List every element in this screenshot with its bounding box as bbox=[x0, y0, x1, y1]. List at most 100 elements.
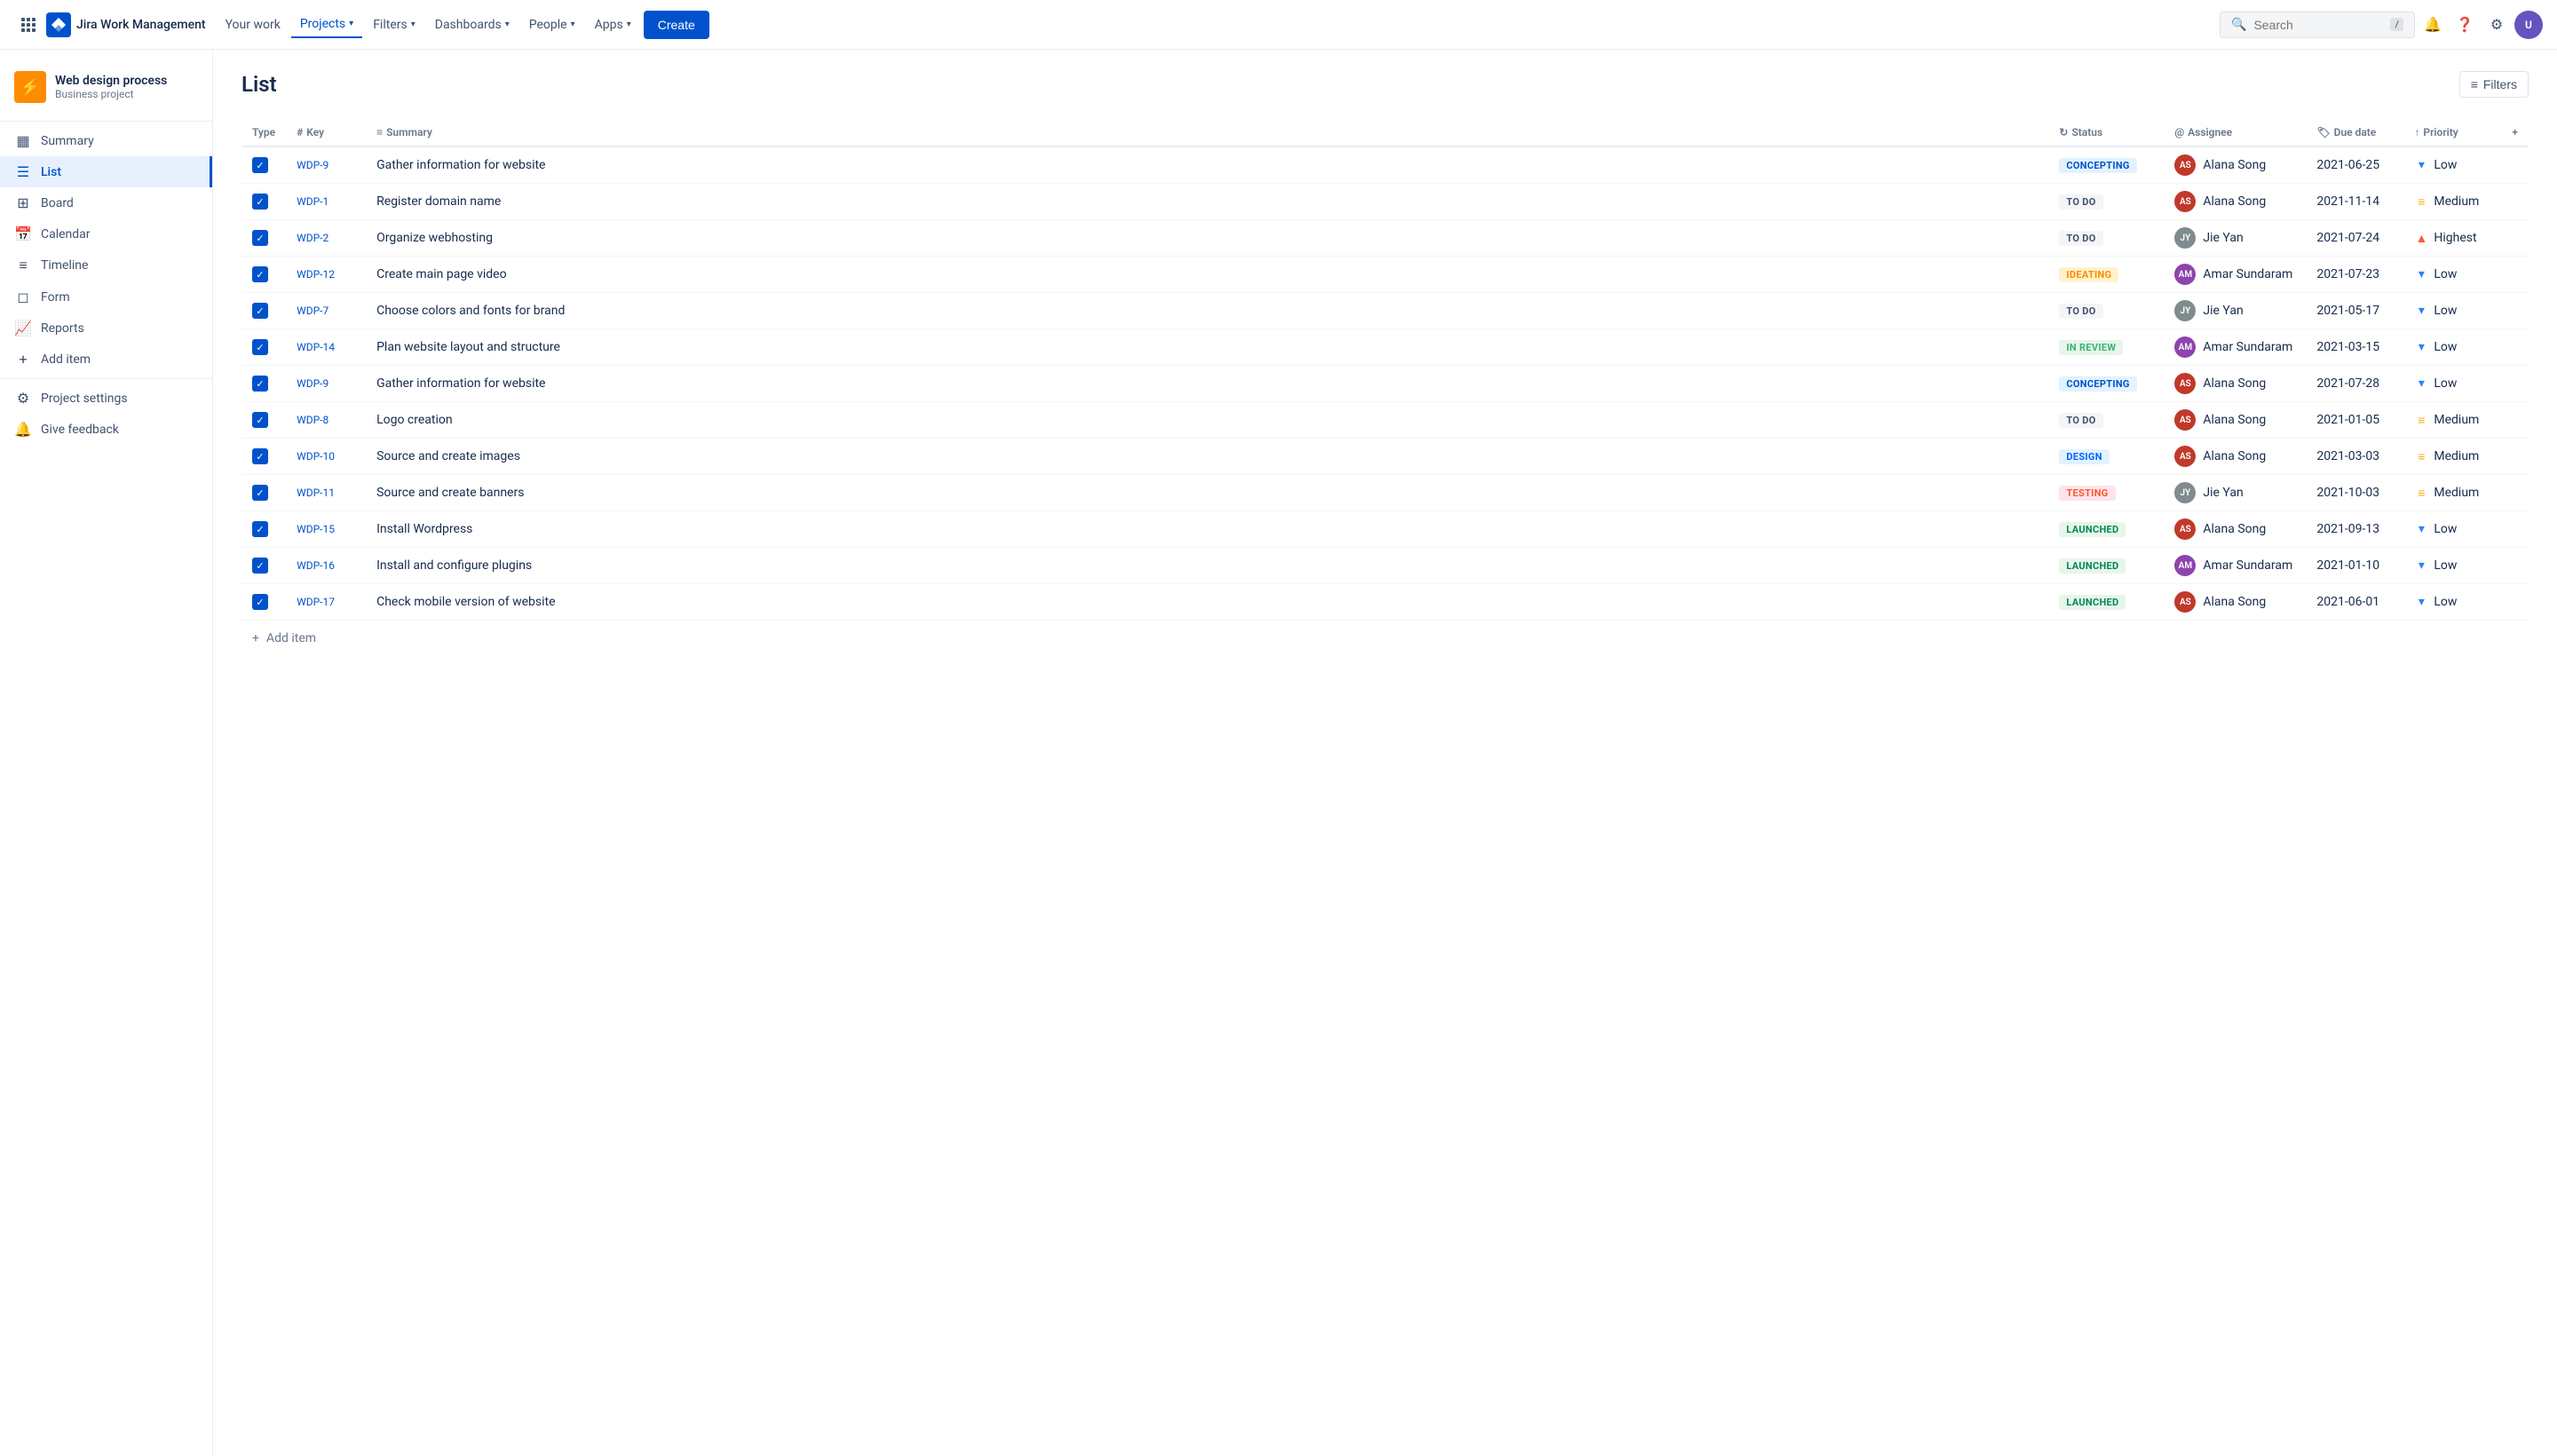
cell-status: TO DO bbox=[2048, 402, 2164, 439]
cell-key: WDP-15 bbox=[286, 511, 366, 548]
key-link[interactable]: WDP-9 bbox=[297, 377, 329, 390]
add-column-icon: + bbox=[2512, 126, 2518, 138]
avatar: AM bbox=[2174, 264, 2196, 285]
row-checkbox[interactable]: ✓ bbox=[252, 594, 268, 610]
status-badge: CONCEPTING bbox=[2059, 376, 2136, 392]
row-checkbox[interactable]: ✓ bbox=[252, 376, 268, 392]
key-link[interactable]: WDP-12 bbox=[297, 268, 335, 281]
row-checkbox[interactable]: ✓ bbox=[252, 485, 268, 501]
cell-key: WDP-9 bbox=[286, 366, 366, 402]
sidebar-item-list[interactable]: ☰ List bbox=[0, 156, 212, 187]
key-link[interactable]: WDP-14 bbox=[297, 341, 335, 353]
cell-summary: Gather information for website bbox=[366, 366, 2048, 402]
row-checkbox[interactable]: ✓ bbox=[252, 448, 268, 464]
row-checkbox[interactable]: ✓ bbox=[252, 266, 268, 282]
priority-label: Low bbox=[2434, 376, 2457, 391]
cell-status: TESTING bbox=[2048, 475, 2164, 511]
nav-dashboards[interactable]: Dashboards ▾ bbox=[426, 12, 519, 37]
summary-text: Install and configure plugins bbox=[376, 558, 532, 573]
key-link[interactable]: WDP-8 bbox=[297, 414, 329, 426]
row-checkbox[interactable]: ✓ bbox=[252, 194, 268, 210]
key-link[interactable]: WDP-11 bbox=[297, 487, 335, 499]
settings-icon: ⚙ bbox=[14, 390, 32, 407]
assignee-cell: AM Amar Sundaram bbox=[2174, 555, 2295, 576]
priority-cell: ≡ Medium bbox=[2414, 413, 2490, 428]
notifications-icon[interactable]: 🔔 bbox=[2418, 11, 2447, 39]
cell-key: WDP-7 bbox=[286, 293, 366, 329]
nav-filters[interactable]: Filters ▾ bbox=[364, 12, 424, 37]
timeline-icon: ≡ bbox=[14, 257, 32, 274]
assignee-cell: JY Jie Yan bbox=[2174, 482, 2295, 503]
sidebar-item-project-settings[interactable]: ⚙ Project settings bbox=[0, 383, 212, 414]
row-checkbox[interactable]: ✓ bbox=[252, 339, 268, 355]
assignee-name: Alana Song bbox=[2203, 449, 2266, 463]
cell-priority: ▾ Low bbox=[2403, 257, 2501, 293]
key-link[interactable]: WDP-9 bbox=[297, 159, 329, 171]
logo[interactable]: Jira Work Management bbox=[46, 12, 206, 37]
cell-key: WDP-8 bbox=[286, 402, 366, 439]
nav-your-work[interactable]: Your work bbox=[217, 12, 289, 37]
help-icon[interactable]: ❓ bbox=[2450, 11, 2479, 39]
add-item-button[interactable]: + Add item bbox=[252, 631, 2518, 645]
row-checkbox[interactable]: ✓ bbox=[252, 230, 268, 246]
cell-assignee: AS Alana Song bbox=[2164, 146, 2306, 184]
cell-add bbox=[2501, 475, 2529, 511]
sidebar-item-summary[interactable]: ▦ Summary bbox=[0, 125, 212, 156]
table-row: ✓ WDP-8 Logo creation TO DO AS Alana Son… bbox=[241, 402, 2529, 439]
row-checkbox[interactable]: ✓ bbox=[252, 558, 268, 574]
sidebar-item-calendar[interactable]: 📅 Calendar bbox=[0, 218, 212, 249]
row-checkbox[interactable]: ✓ bbox=[252, 157, 268, 173]
sidebar-item-timeline[interactable]: ≡ Timeline bbox=[0, 249, 212, 281]
col-header-add[interactable]: + bbox=[2501, 119, 2529, 146]
cell-assignee: AS Alana Song bbox=[2164, 584, 2306, 621]
key-link[interactable]: WDP-10 bbox=[297, 450, 335, 463]
col-header-assignee: @ Assignee bbox=[2164, 119, 2306, 146]
key-link[interactable]: WDP-1 bbox=[297, 195, 329, 208]
cell-assignee: AM Amar Sundaram bbox=[2164, 548, 2306, 584]
cell-type: ✓ bbox=[241, 511, 286, 548]
key-link[interactable]: WDP-16 bbox=[297, 559, 335, 572]
table-row: ✓ WDP-9 Gather information for website C… bbox=[241, 366, 2529, 402]
col-header-duedate: 🏷 Due date bbox=[2306, 119, 2403, 146]
cell-summary: Logo creation bbox=[366, 402, 2048, 439]
row-checkbox[interactable]: ✓ bbox=[252, 303, 268, 319]
assignee-name: Jie Yan bbox=[2203, 231, 2243, 245]
cell-duedate: 2021-06-01 bbox=[2306, 584, 2403, 621]
priority-cell: ▾ Low bbox=[2414, 595, 2490, 609]
filters-button[interactable]: ≡ Filters bbox=[2459, 71, 2529, 98]
priority-label: Low bbox=[2434, 158, 2457, 172]
cell-duedate: 2021-05-17 bbox=[2306, 293, 2403, 329]
key-link[interactable]: WDP-2 bbox=[297, 232, 329, 244]
search-input[interactable] bbox=[2253, 18, 2383, 32]
cell-status: TO DO bbox=[2048, 293, 2164, 329]
cell-summary: Register domain name bbox=[366, 184, 2048, 220]
sidebar-item-reports[interactable]: 📈 Reports bbox=[0, 313, 212, 344]
summary-text: Create main page video bbox=[376, 267, 506, 281]
project-info: Web design process Business project bbox=[55, 74, 167, 100]
grid-icon[interactable] bbox=[14, 11, 43, 39]
sidebar-item-add-item[interactable]: + Add item bbox=[0, 344, 212, 375]
key-link[interactable]: WDP-7 bbox=[297, 305, 329, 317]
sidebar-item-form[interactable]: ◻ Form bbox=[0, 281, 212, 313]
nav-apps[interactable]: Apps ▾ bbox=[586, 12, 640, 37]
assignee-name: Jie Yan bbox=[2203, 486, 2243, 500]
summary-text: Register domain name bbox=[376, 194, 501, 209]
table-row: ✓ WDP-15 Install Wordpress LAUNCHED AS A… bbox=[241, 511, 2529, 548]
key-link[interactable]: WDP-17 bbox=[297, 596, 335, 608]
search-box[interactable]: 🔍 / bbox=[2220, 12, 2415, 38]
priority-label: Medium bbox=[2434, 194, 2479, 209]
cell-key: WDP-1 bbox=[286, 184, 366, 220]
nav-people[interactable]: People ▾ bbox=[520, 12, 584, 37]
nav-projects[interactable]: Projects ▾ bbox=[291, 12, 362, 38]
create-button[interactable]: Create bbox=[644, 11, 709, 39]
sidebar-item-board[interactable]: ⊞ Board bbox=[0, 187, 212, 218]
cell-priority: ▾ Low bbox=[2403, 293, 2501, 329]
key-link[interactable]: WDP-15 bbox=[297, 523, 335, 535]
settings-icon[interactable]: ⚙ bbox=[2482, 11, 2511, 39]
sidebar-item-give-feedback[interactable]: 🔔 Give feedback bbox=[0, 414, 212, 445]
row-checkbox[interactable]: ✓ bbox=[252, 521, 268, 537]
row-checkbox[interactable]: ✓ bbox=[252, 412, 268, 428]
priority-icon: ≡ bbox=[2414, 486, 2428, 501]
user-avatar[interactable]: U bbox=[2514, 11, 2543, 39]
priority-label: Medium bbox=[2434, 449, 2479, 463]
